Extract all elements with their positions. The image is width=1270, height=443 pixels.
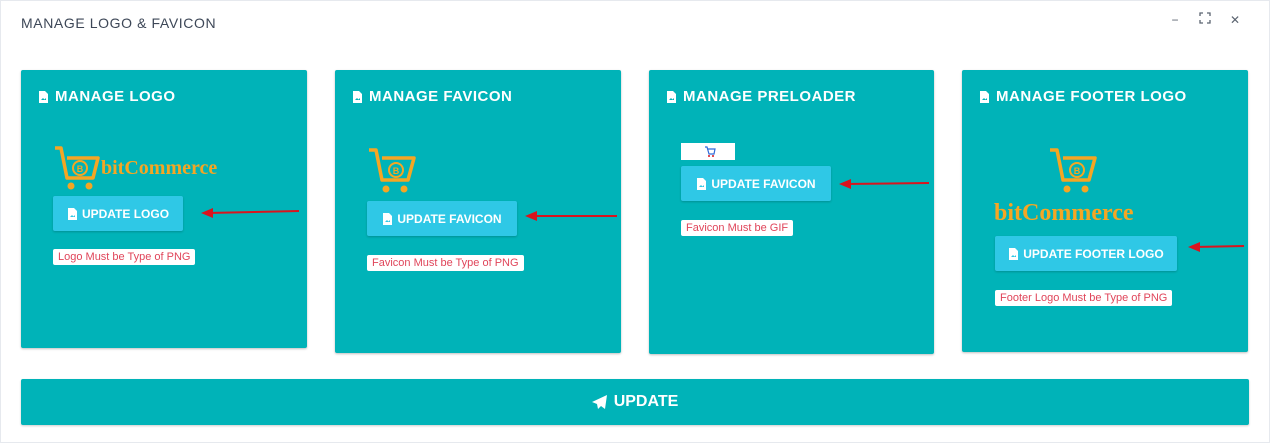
manage-footer-logo-title: MANAGE FOOTER LOGO [979,88,1187,105]
modal-window: MANAGE LOGO & FAVICON − ✕ MANAGE LOGO B … [0,0,1270,443]
manage-footer-logo-title-text: MANAGE FOOTER LOGO [996,88,1187,105]
file-image-icon [667,90,676,103]
file-image-icon [353,90,362,103]
file-image-icon [980,90,989,103]
manage-footer-logo-card: MANAGE FOOTER LOGO B bitCommerce UPDATE … [962,70,1248,352]
site-logo-image: B bitCommerce [53,144,243,199]
minimize-icon[interactable]: − [1167,12,1183,28]
update-preloader-label: UPDATE FAVICON [711,176,816,191]
cart-logo-icon: B bitCommerce [55,146,217,190]
arrow-icon [1188,242,1245,252]
manage-preloader-title-text: MANAGE PRELOADER [683,88,857,105]
svg-text:B: B [77,164,84,174]
manage-logo-title: MANAGE LOGO [38,88,176,105]
footer-logo-type-note: Footer Logo Must be Type of PNG [995,290,1173,306]
paper-plane-icon [591,394,607,409]
update-button[interactable]: UPDATE [21,379,1249,425]
file-image-icon [383,212,393,225]
update-preloader-button[interactable]: UPDATE FAVICON [681,166,831,201]
update-footer-logo-label: UPDATE FOOTER LOGO [1023,246,1164,261]
cart-logo-icon: B [369,148,416,193]
svg-text:bitCommerce: bitCommerce [101,157,217,179]
file-image-icon [67,207,77,220]
close-icon[interactable]: ✕ [1227,12,1243,28]
manage-preloader-title: MANAGE PRELOADER [666,88,856,105]
logo-type-note: Logo Must be Type of PNG [53,249,196,265]
manage-logo-card: MANAGE LOGO B bitCommerce UPDATE LOGO Lo… [21,70,307,348]
arrow-icon [201,208,300,218]
update-footer-logo-button[interactable]: UPDATE FOOTER LOGO [995,236,1177,271]
update-button-label: UPDATE [613,393,679,410]
footer-logo-image: B bitCommerce [994,142,1178,235]
manage-logo-title-text: MANAGE LOGO [55,88,176,105]
update-logo-label: UPDATE LOGO [81,206,170,221]
modal-title: MANAGE LOGO & FAVICON [21,15,217,31]
update-favicon-label: UPDATE FAVICON [397,211,502,226]
file-image-icon [1009,247,1019,260]
preloader-type-note: Favicon Must be GIF [681,220,794,236]
update-favicon-button[interactable]: UPDATE FAVICON [367,201,517,236]
arrow-icon [839,179,930,189]
arrow-icon [525,211,617,221]
file-image-icon [697,177,707,190]
manage-favicon-title: MANAGE FAVICON [352,88,512,105]
svg-text:bitCommerce: bitCommerce [994,200,1134,226]
favicon-type-note: Favicon Must be Type of PNG [367,255,524,271]
manage-favicon-title-text: MANAGE FAVICON [369,88,513,105]
update-logo-button[interactable]: UPDATE LOGO [53,196,183,231]
favicon-image: B [367,146,419,201]
cart-logo-icon: B bitCommerce [994,148,1134,226]
preloader-gif-image [681,143,735,160]
svg-text:B: B [1074,166,1081,176]
manage-favicon-card: MANAGE FAVICON B UPDATE FAVICON Favicon … [335,70,621,353]
maximize-icon[interactable] [1197,12,1213,28]
svg-text:B: B [393,166,400,176]
file-image-icon [39,90,48,103]
manage-preloader-card: MANAGE PRELOADER UPDATE FAVICON Favicon … [649,70,934,354]
